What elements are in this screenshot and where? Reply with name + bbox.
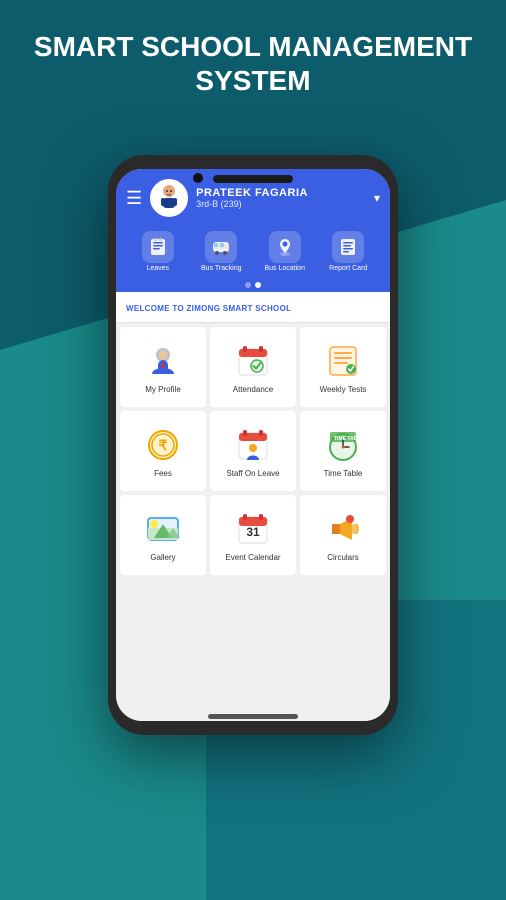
time-table-label: Time Table bbox=[324, 469, 363, 478]
grid-item-gallery[interactable]: Gallery bbox=[120, 495, 206, 575]
phone-screen: ☰ PRATEEK FAGARIA bbox=[116, 169, 390, 721]
nav-item-bus-tracking[interactable]: Bus Tracking bbox=[196, 231, 246, 272]
weekly-tests-icon bbox=[323, 341, 363, 381]
app-title-line2: SYSTEM bbox=[195, 65, 310, 96]
report-card-label: Report Card bbox=[329, 265, 367, 272]
report-card-icon bbox=[332, 231, 364, 263]
svg-text:TIME TABLE: TIME TABLE bbox=[334, 436, 362, 442]
weekly-tests-label: Weekly Tests bbox=[320, 385, 367, 394]
grid-item-circulars[interactable]: Circulars bbox=[300, 495, 386, 575]
bus-tracking-icon bbox=[205, 231, 237, 263]
leaves-label: Leaves bbox=[146, 265, 169, 272]
fees-icon: ₹ bbox=[143, 425, 183, 465]
svg-text:31: 31 bbox=[246, 525, 260, 539]
hamburger-menu-icon[interactable]: ☰ bbox=[126, 188, 142, 209]
nav-icons-bar: Leaves Bus Tracking bbox=[126, 227, 380, 278]
circulars-label: Circulars bbox=[327, 553, 359, 562]
grid-item-event-calendar[interactable]: 31 Event Calendar bbox=[210, 495, 296, 575]
avatar bbox=[150, 179, 188, 217]
grid-row-1: My Profile Attendance bbox=[118, 325, 388, 409]
app-title: SMART SCHOOL MANAGEMENT SYSTEM bbox=[0, 30, 506, 97]
grid-item-weekly-tests[interactable]: Weekly Tests bbox=[300, 327, 386, 407]
gallery-icon bbox=[143, 509, 183, 549]
welcome-banner: WELCOME TO ZIMONG SMART SCHOOL bbox=[116, 292, 390, 323]
nav-item-report-card[interactable]: Report Card bbox=[323, 231, 373, 272]
phone-camera bbox=[193, 173, 203, 183]
my-profile-label: My Profile bbox=[145, 385, 181, 394]
attendance-icon bbox=[233, 341, 273, 381]
nav-item-bus-location[interactable]: Bus Location bbox=[260, 231, 310, 272]
staff-on-leave-icon bbox=[233, 425, 273, 465]
carousel-dots bbox=[126, 278, 380, 292]
my-profile-icon bbox=[143, 341, 183, 381]
dropdown-arrow-icon[interactable]: ▾ bbox=[374, 191, 380, 205]
grid-row-2: ₹ Fees bbox=[118, 409, 388, 493]
time-table-icon: TIME TABLE bbox=[323, 425, 363, 465]
dot-1 bbox=[245, 282, 251, 288]
grid-item-time-table[interactable]: TIME TABLE Time Table bbox=[300, 411, 386, 491]
nav-item-leaves[interactable]: Leaves bbox=[133, 231, 183, 272]
phone-bottom-bar bbox=[208, 714, 298, 719]
circulars-icon bbox=[323, 509, 363, 549]
leaves-icon bbox=[142, 231, 174, 263]
grid-item-fees[interactable]: ₹ Fees bbox=[120, 411, 206, 491]
phone-device: ☰ PRATEEK FAGARIA bbox=[108, 155, 398, 735]
grid-item-staff-on-leave[interactable]: Staff On Leave bbox=[210, 411, 296, 491]
user-class: 3rd-B (239) bbox=[196, 199, 374, 209]
staff-on-leave-label: Staff On Leave bbox=[226, 469, 279, 478]
bus-tracking-label: Bus Tracking bbox=[201, 265, 241, 272]
grid-item-my-profile[interactable]: My Profile bbox=[120, 327, 206, 407]
grid-menu: My Profile Attendance bbox=[116, 323, 390, 721]
svg-text:₹: ₹ bbox=[159, 437, 168, 453]
phone-top-bar bbox=[213, 175, 293, 183]
event-calendar-label: Event Calendar bbox=[225, 553, 280, 562]
attendance-label: Attendance bbox=[233, 385, 273, 394]
bus-location-label: Bus Location bbox=[265, 265, 305, 272]
bus-location-icon bbox=[269, 231, 301, 263]
gallery-label: Gallery bbox=[150, 553, 175, 562]
user-info: PRATEEK FAGARIA 3rd-B (239) bbox=[196, 187, 374, 209]
dot-2 bbox=[255, 282, 261, 288]
fees-label: Fees bbox=[154, 469, 172, 478]
header-top-bar: ☰ PRATEEK FAGARIA bbox=[126, 179, 380, 217]
app-header: ☰ PRATEEK FAGARIA bbox=[116, 169, 390, 292]
app-title-line1: SMART SCHOOL MANAGEMENT bbox=[34, 31, 472, 62]
event-calendar-icon: 31 bbox=[233, 509, 273, 549]
grid-row-3: Gallery 31 Event Calendar bbox=[118, 493, 388, 577]
grid-item-attendance[interactable]: Attendance bbox=[210, 327, 296, 407]
user-name: PRATEEK FAGARIA bbox=[196, 187, 374, 199]
welcome-text: WELCOME TO ZIMONG SMART SCHOOL bbox=[126, 304, 291, 313]
